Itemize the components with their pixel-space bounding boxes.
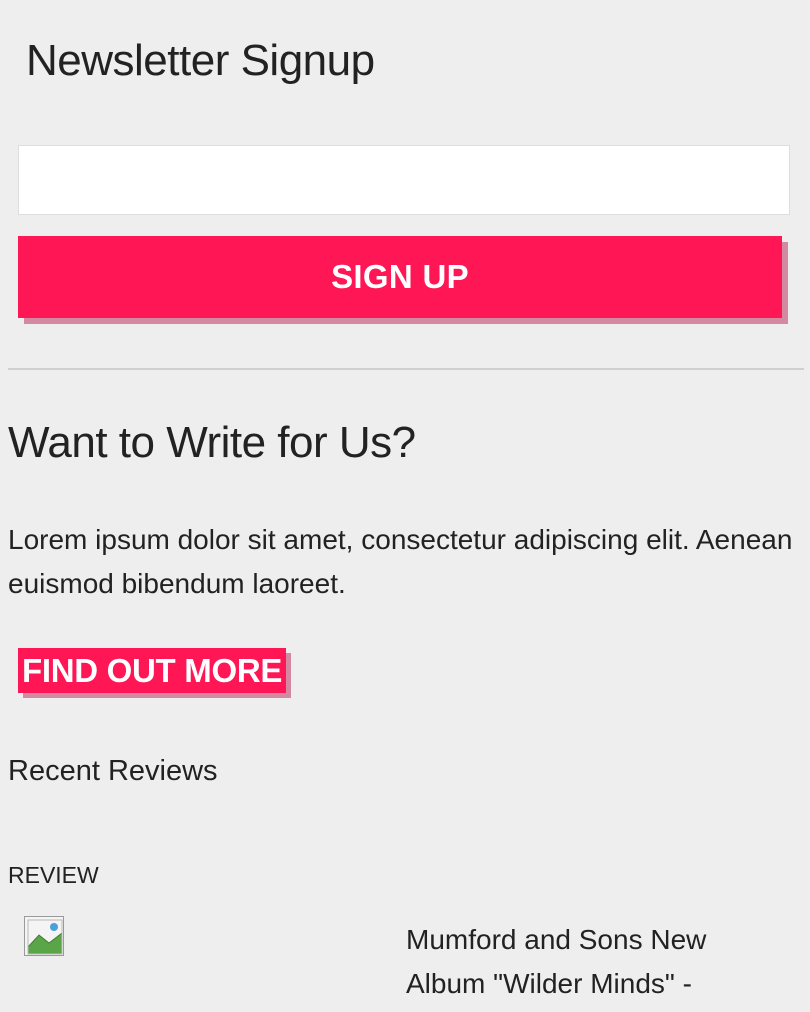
broken-image-icon[interactable] [24,916,64,956]
page: Newsletter Signup SIGN UP Want to Write … [0,0,810,1012]
review-headline-link[interactable]: Mumford and Sons New Album "Wilder Minds… [406,918,786,1006]
write-for-us-text: Lorem ipsum dolor sit amet, consectetur … [8,524,793,599]
write-for-us-title: Want to Write for Us? [8,418,416,467]
recent-reviews-title: Recent Reviews [8,755,218,787]
sign-up-button[interactable]: SIGN UP [18,236,782,318]
broken-image-icon-graphic [25,917,63,955]
newsletter-email-input[interactable] [18,145,790,215]
newsletter-title: Newsletter Signup [26,36,375,85]
review-category-label: REVIEW [8,862,99,888]
find-out-more-button[interactable]: FIND OUT MORE [18,648,287,693]
section-divider [8,368,804,370]
